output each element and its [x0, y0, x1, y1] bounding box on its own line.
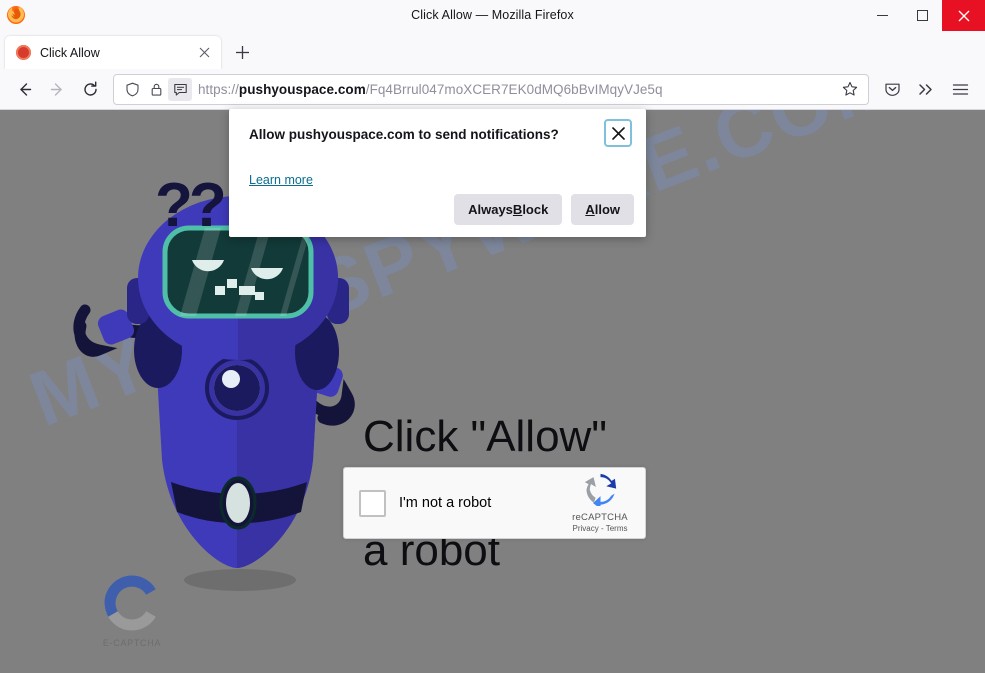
- url-bar[interactable]: https://pushyouspace.com/Fq4Brrul047moXC…: [113, 73, 869, 105]
- url-scheme: https://: [198, 81, 239, 97]
- recaptcha-checkbox[interactable]: [359, 489, 386, 517]
- new-tab-icon[interactable]: [227, 37, 257, 67]
- maximize-button[interactable]: [902, 0, 942, 31]
- close-window-button[interactable]: [942, 0, 985, 31]
- forward-button[interactable]: [41, 74, 74, 105]
- navigation-toolbar: https://pushyouspace.com/Fq4Brrul047moXC…: [0, 69, 985, 110]
- firefox-window: Click Allow — Mozilla Firefox Click Allo…: [0, 0, 985, 673]
- ecaptcha-label: E-CAPTCHA: [102, 638, 162, 648]
- allow-post: llow: [594, 202, 620, 217]
- url-host: pushyouspace.com: [238, 81, 366, 97]
- shield-icon[interactable]: [120, 78, 144, 101]
- close-tab-icon[interactable]: [195, 44, 213, 62]
- always-block-pre: Always: [468, 202, 513, 217]
- recaptcha-brand-name: reCAPTCHA: [572, 512, 628, 523]
- dialog-title: Allow pushyouspace.com to send notificat…: [249, 127, 559, 142]
- recaptcha-logo-icon: [584, 473, 616, 509]
- window-title: Click Allow — Mozilla Firefox: [411, 8, 574, 22]
- url-path: /Fq4Brrul047moXCER7EK0dMQ6bBvIMqyVJe5q: [365, 81, 663, 97]
- always-block-accesskey: B: [512, 202, 523, 217]
- toolbar-right-group: [875, 74, 977, 105]
- back-button[interactable]: [8, 74, 41, 105]
- recaptcha-widget[interactable]: I'm not a robot reCAPTCHA Privacy - Term…: [343, 467, 646, 539]
- question-marks-text: ??: [155, 171, 227, 240]
- lock-icon[interactable]: [144, 78, 168, 101]
- allow-accesskey: A: [585, 202, 595, 217]
- notification-permission-icon[interactable]: [168, 77, 192, 101]
- allow-button[interactable]: Allow: [571, 194, 634, 225]
- pocket-icon[interactable]: [875, 74, 909, 105]
- always-block-button[interactable]: Always Block: [454, 194, 563, 225]
- learn-more-link[interactable]: Learn more: [249, 173, 313, 187]
- recaptcha-brand: reCAPTCHA Privacy - Terms: [559, 473, 641, 533]
- titlebar: Click Allow — Mozilla Firefox: [0, 0, 985, 31]
- tab-title: Click Allow: [40, 45, 100, 60]
- recaptcha-legal-links[interactable]: Privacy - Terms: [559, 524, 641, 533]
- bookmark-star-icon[interactable]: [837, 76, 863, 102]
- tab-favicon-icon: [16, 45, 31, 60]
- headline-line-1: Click "Allow": [363, 412, 607, 461]
- window-controls: [862, 0, 985, 31]
- firefox-logo-icon: [5, 3, 27, 25]
- minimize-button[interactable]: [862, 0, 902, 31]
- tab-strip: Click Allow: [0, 31, 985, 69]
- overflow-chevrons-icon[interactable]: [909, 74, 943, 105]
- always-block-post: lock: [522, 202, 549, 217]
- recaptcha-label: I'm not a robot: [399, 495, 492, 511]
- ecaptcha-c-icon: [104, 575, 156, 631]
- dialog-buttons: Always Block Allow: [454, 194, 634, 225]
- reload-button[interactable]: [74, 74, 107, 105]
- hamburger-menu-icon[interactable]: [943, 74, 977, 105]
- close-icon[interactable]: [604, 119, 632, 147]
- url-text[interactable]: https://pushyouspace.com/Fq4Brrul047moXC…: [192, 82, 837, 97]
- ecaptcha-logo: E-CAPTCHA: [77, 575, 187, 648]
- notification-permission-dialog: Allow pushyouspace.com to send notificat…: [229, 109, 646, 237]
- tab-click-allow[interactable]: Click Allow: [5, 36, 221, 69]
